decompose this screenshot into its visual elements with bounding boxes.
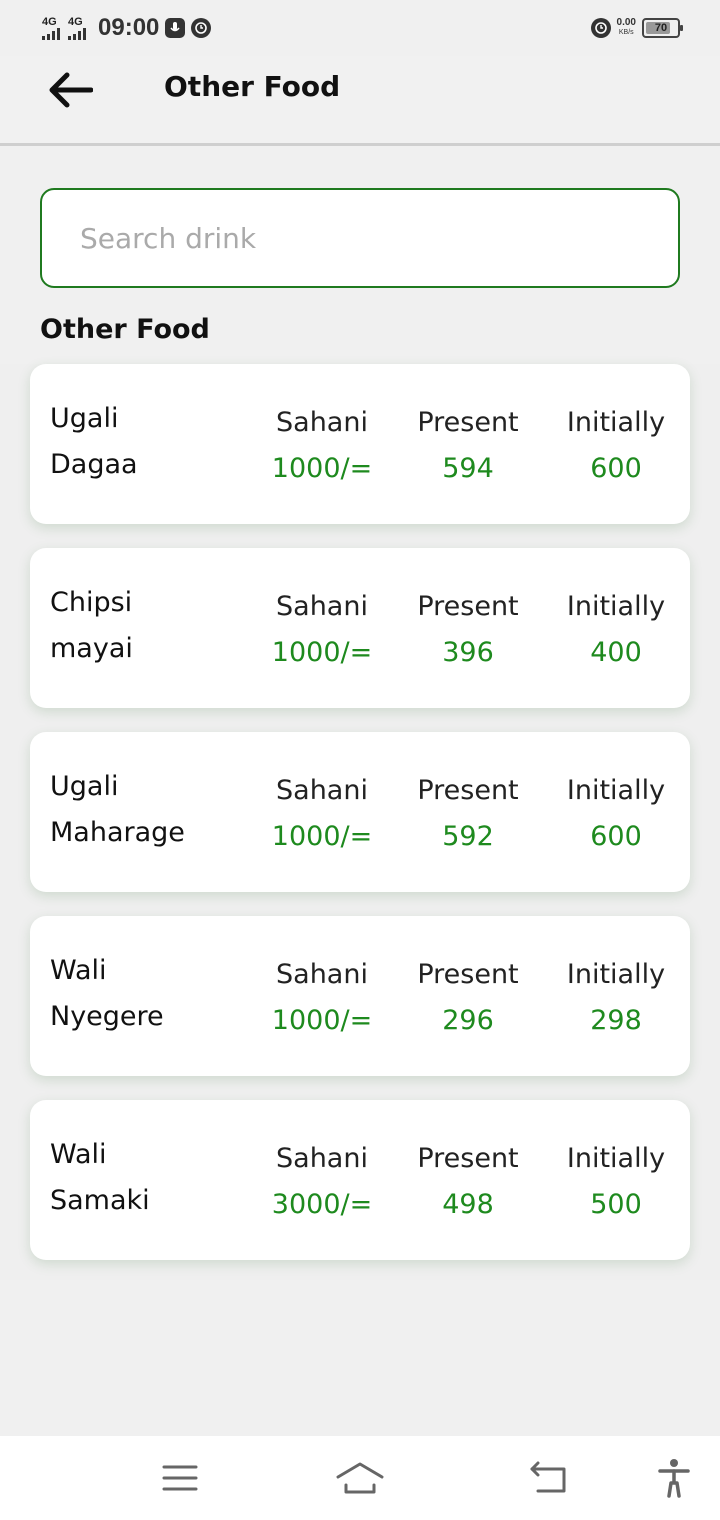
present-label: Present (417, 407, 519, 438)
initial-column: Initially 600 (546, 776, 686, 852)
back-nav-button[interactable] (522, 1456, 574, 1500)
food-name-line1: Wali (50, 955, 107, 986)
search-input[interactable] (42, 190, 678, 286)
menu-icon (162, 1465, 198, 1491)
page-title: Other Food (164, 70, 341, 103)
price-column: Sahani 1000/= (252, 408, 392, 484)
status-left: 4G 4G 09:00 (42, 14, 212, 42)
signal-icon-1: 4G (42, 15, 60, 40)
initial-column: Initially 298 (546, 960, 686, 1036)
initial-label: Initially (566, 775, 666, 806)
app-bar: Other Food (0, 56, 720, 146)
battery-icon: 70 (642, 18, 683, 38)
initial-value: 298 (590, 1005, 642, 1036)
initial-column: Initially 400 (546, 592, 686, 668)
price-column: Sahani 1000/= (252, 776, 392, 852)
price-value: 1000/= (271, 821, 373, 852)
food-name: Chipsi mayai (50, 580, 250, 672)
present-column: Present 498 (398, 1144, 538, 1220)
alarm-clock-icon (590, 18, 611, 38)
clock: 09:00 (98, 14, 160, 41)
price-label: Sahani (276, 959, 368, 990)
food-card[interactable]: Ugali Maharage Sahani 1000/= Present 592… (30, 732, 690, 892)
present-label: Present (417, 775, 519, 806)
present-value: 592 (442, 821, 494, 852)
price-label: Sahani (276, 591, 368, 622)
battery-level: 70 (654, 22, 668, 34)
menu-button[interactable] (154, 1456, 206, 1500)
food-name-line1: Ugali (50, 771, 119, 802)
return-icon (530, 1461, 566, 1493)
initial-value: 400 (590, 637, 642, 668)
present-value: 296 (442, 1005, 494, 1036)
present-column: Present 296 (398, 960, 538, 1036)
food-name-line1: Ugali (50, 403, 119, 434)
present-label: Present (417, 959, 519, 990)
accessibility-icon (658, 1459, 690, 1498)
initial-label: Initially (566, 591, 666, 622)
alarm-icon (191, 18, 212, 38)
food-card[interactable]: Ugali Dagaa Sahani 1000/= Present 594 In… (30, 364, 690, 524)
food-name: Wali Nyegere (50, 948, 250, 1040)
status-right: 0.00 KB/s 70 (590, 18, 683, 38)
present-column: Present 594 (398, 408, 538, 484)
status-bar: 4G 4G 09:00 0.00 KB/s 70 (0, 0, 720, 56)
initial-label: Initially (566, 407, 666, 438)
price-value: 1000/= (271, 1005, 373, 1036)
price-column: Sahani 3000/= (252, 1144, 392, 1220)
network-type-2: 4G (68, 15, 83, 28)
back-button[interactable] (44, 66, 96, 114)
arrow-left-icon (49, 72, 93, 108)
present-label: Present (417, 591, 519, 622)
present-label: Present (417, 1143, 519, 1174)
present-column: Present 396 (398, 592, 538, 668)
food-card[interactable]: Wali Nyegere Sahani 1000/= Present 296 I… (30, 916, 690, 1076)
speed-value: 0.00 (616, 17, 636, 28)
signal-icon-2: 4G (68, 15, 86, 40)
food-name-line2: Maharage (50, 817, 185, 848)
food-name-line2: mayai (50, 633, 133, 664)
initial-label: Initially (566, 1143, 666, 1174)
food-name-line2: Nyegere (50, 1001, 164, 1032)
speed-unit: KB/s (618, 29, 634, 36)
food-card[interactable]: Wali Samaki Sahani 3000/= Present 498 In… (30, 1100, 690, 1260)
section-title: Other Food (40, 314, 210, 345)
initial-value: 600 (590, 453, 642, 484)
microphone-icon (165, 18, 186, 38)
price-column: Sahani 1000/= (252, 960, 392, 1036)
home-icon (336, 1462, 384, 1494)
food-name-line2: Samaki (50, 1185, 150, 1216)
food-name-line1: Chipsi (50, 587, 133, 618)
price-value: 1000/= (271, 637, 373, 668)
food-name: Wali Samaki (50, 1132, 250, 1224)
initial-column: Initially 500 (546, 1144, 686, 1220)
home-button[interactable] (334, 1456, 386, 1500)
present-value: 498 (442, 1189, 494, 1220)
food-card[interactable]: Chipsi mayai Sahani 1000/= Present 396 I… (30, 548, 690, 708)
present-value: 396 (442, 637, 494, 668)
initial-column: Initially 600 (546, 408, 686, 484)
network-speed: 0.00 KB/s (617, 18, 636, 38)
food-name-line2: Dagaa (50, 449, 138, 480)
food-name: Ugali Maharage (50, 764, 250, 856)
network-type-1: 4G (42, 15, 57, 28)
food-list: Ugali Dagaa Sahani 1000/= Present 594 In… (0, 364, 720, 1280)
initial-value: 500 (590, 1189, 642, 1220)
present-value: 594 (442, 453, 494, 484)
initial-label: Initially (566, 959, 666, 990)
price-label: Sahani (276, 1143, 368, 1174)
price-value: 1000/= (271, 453, 373, 484)
system-nav-bar (0, 1436, 720, 1520)
initial-value: 600 (590, 821, 642, 852)
accessibility-button[interactable] (648, 1456, 700, 1500)
price-label: Sahani (276, 407, 368, 438)
food-name: Ugali Dagaa (50, 396, 250, 488)
price-value: 3000/= (271, 1189, 373, 1220)
price-column: Sahani 1000/= (252, 592, 392, 668)
present-column: Present 592 (398, 776, 538, 852)
price-label: Sahani (276, 775, 368, 806)
search-box (40, 188, 680, 288)
food-name-line1: Wali (50, 1139, 107, 1170)
